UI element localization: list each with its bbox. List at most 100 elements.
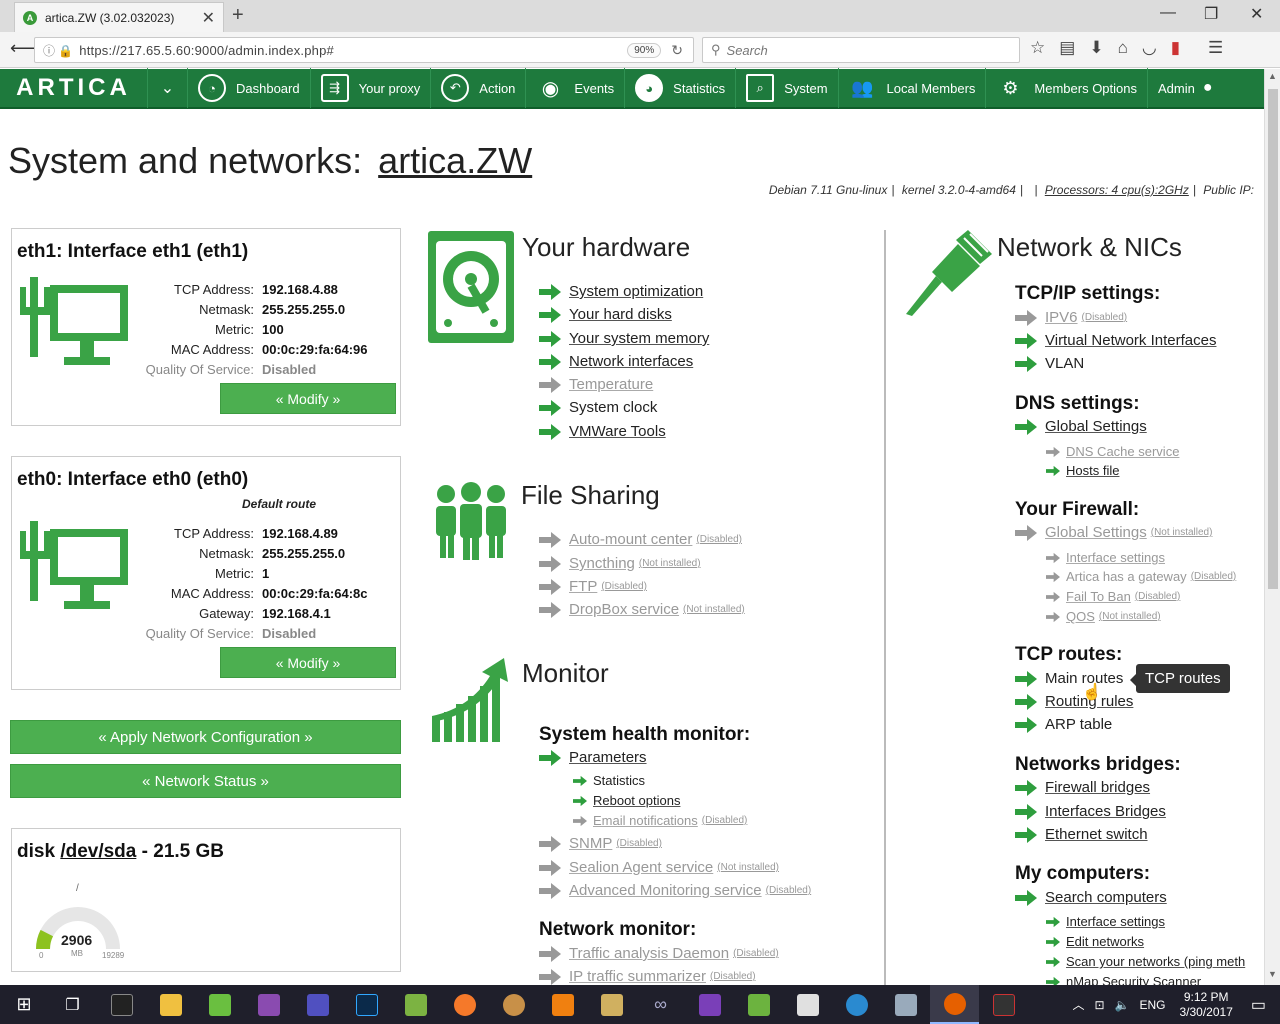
network-monitor-link[interactable]: IP traffic summarizer (Disabled) bbox=[539, 968, 756, 985]
clock[interactable]: 9:12 PM 3/30/2017 bbox=[1179, 990, 1232, 1020]
browser-tab[interactable]: A artica.ZW (3.02.032023) ✕ bbox=[14, 2, 224, 32]
scroll-up-icon[interactable]: ▲ bbox=[1268, 71, 1277, 81]
visual-studio-icon[interactable] bbox=[685, 985, 734, 1024]
url-bar[interactable]: ⓘ 🔒 https://217.65.5.60:9000/admin.index… bbox=[34, 37, 694, 63]
notifications-icon[interactable]: ▭ bbox=[1251, 995, 1266, 1015]
modify-eth1-button[interactable]: « Modify » bbox=[220, 383, 396, 414]
menu-statistics[interactable]: ◕ Statistics bbox=[625, 68, 737, 108]
info-icon[interactable]: ⓘ 🔒 bbox=[43, 42, 73, 59]
processors-link[interactable]: Processors: 4 cpu(s):2GHz bbox=[1045, 183, 1189, 197]
infinity-icon[interactable]: ∞ bbox=[636, 985, 685, 1024]
tray-expand-icon[interactable]: ︿ bbox=[1072, 996, 1084, 1013]
winrar-icon[interactable] bbox=[244, 985, 293, 1024]
computers-sub-link[interactable]: Edit networks bbox=[1046, 934, 1144, 949]
monitor-link[interactable]: Sealion Agent service (Not installed) bbox=[539, 859, 779, 876]
bridge-link[interactable]: Firewall bridges bbox=[1015, 779, 1150, 796]
home-icon[interactable]: ⌂ bbox=[1118, 38, 1128, 58]
reading-list-icon[interactable]: ▤ bbox=[1059, 38, 1075, 58]
hardware-link[interactable]: Temperature bbox=[539, 376, 653, 393]
scroll-down-icon[interactable]: ▼ bbox=[1268, 969, 1277, 979]
menu-system[interactable]: ⌕ System bbox=[736, 68, 839, 108]
hardware-link[interactable]: Network interfaces bbox=[539, 353, 693, 370]
windows-start-icon[interactable]: ⊞ bbox=[0, 985, 48, 1024]
menu-admin[interactable]: Admin ● bbox=[1148, 68, 1223, 108]
tcpip-link[interactable]: IPV6 (Disabled) bbox=[1015, 309, 1127, 326]
firewall-global-settings-link[interactable]: Global Settings (Not installed) bbox=[1015, 524, 1212, 541]
network-status-button[interactable]: « Network Status » bbox=[10, 764, 401, 798]
menu-dropdown-icon[interactable]: ⌄ bbox=[148, 68, 188, 108]
network-monitor-link[interactable]: Traffic analysis Daemon (Disabled) bbox=[539, 945, 779, 962]
pocket-icon[interactable]: ◡ bbox=[1142, 38, 1157, 58]
computers-sub-link[interactable]: Interface settings bbox=[1046, 914, 1165, 929]
menu-your-proxy[interactable]: ⇶ Your proxy bbox=[311, 68, 432, 108]
cmd-icon[interactable] bbox=[97, 985, 146, 1024]
hardware-link[interactable]: System clock bbox=[539, 399, 657, 416]
menu-icon[interactable]: ☰ bbox=[1208, 38, 1223, 58]
network-tool-icon[interactable] bbox=[832, 985, 881, 1024]
file-sharing-link[interactable]: Auto-mount center (Disabled) bbox=[539, 531, 742, 548]
tcp-routes-link[interactable]: ARP table bbox=[1015, 716, 1112, 733]
parameters-link[interactable]: Parameters bbox=[539, 749, 647, 766]
download-icon[interactable]: ⬇ bbox=[1089, 38, 1103, 58]
menu-dashboard[interactable]: ◔ Dashboard bbox=[188, 68, 311, 108]
firewall-sub-link[interactable]: Artica has a gateway (Disabled) bbox=[1046, 569, 1236, 584]
monitor-sub-link[interactable]: Statistics bbox=[573, 773, 645, 788]
hardware-link[interactable]: VMWare Tools bbox=[539, 423, 666, 440]
monitor-sub-link[interactable]: Email notifications (Disabled) bbox=[573, 813, 747, 828]
archive-icon[interactable] bbox=[881, 985, 930, 1024]
file-sharing-link[interactable]: FTP (Disabled) bbox=[539, 578, 647, 595]
tcpip-link[interactable]: VLAN bbox=[1015, 355, 1084, 372]
hostname-link[interactable]: artica.ZW bbox=[378, 140, 532, 181]
firewall-sub-link[interactable]: Fail To Ban (Disabled) bbox=[1046, 589, 1180, 604]
computers-sub-link[interactable]: Scan your networks (ping meth bbox=[1046, 954, 1245, 969]
task-view-icon[interactable]: ❐ bbox=[48, 985, 97, 1024]
notepad-icon[interactable] bbox=[391, 985, 440, 1024]
network-tray-icon[interactable]: ⊡ bbox=[1094, 998, 1104, 1012]
dns-sub-link[interactable]: Hosts file bbox=[1046, 463, 1119, 478]
bridge-link[interactable]: Ethernet switch bbox=[1015, 826, 1148, 843]
gimp-icon[interactable] bbox=[489, 985, 538, 1024]
extension-icon[interactable]: ▮ bbox=[1171, 38, 1180, 58]
bridge-link[interactable]: Interfaces Bridges bbox=[1015, 803, 1166, 820]
dns-sub-link[interactable]: DNS Cache service bbox=[1046, 444, 1179, 459]
monitor-link[interactable]: SNMP (Disabled) bbox=[539, 835, 662, 852]
tools-icon[interactable] bbox=[587, 985, 636, 1024]
video-editor-icon[interactable] bbox=[783, 985, 832, 1024]
firefox-icon[interactable] bbox=[930, 985, 979, 1024]
menu-members-options[interactable]: ⚙ Members Options bbox=[986, 68, 1148, 108]
minimize-icon[interactable]: — bbox=[1160, 4, 1176, 22]
new-tab-icon[interactable]: + bbox=[232, 4, 244, 27]
dns-global-settings-link[interactable]: Global Settings bbox=[1015, 418, 1147, 435]
hardware-link[interactable]: Your hard disks bbox=[539, 306, 672, 323]
file-sharing-link[interactable]: Syncthing (Not installed) bbox=[539, 555, 701, 572]
tcpip-link[interactable]: Virtual Network Interfaces bbox=[1015, 332, 1216, 349]
disk-device-link[interactable]: /dev/sda bbox=[60, 841, 136, 862]
monitor-sub-link[interactable]: Reboot options bbox=[573, 793, 680, 808]
page-scrollbar[interactable]: ▲ ▼ bbox=[1264, 69, 1280, 985]
save-tool-icon[interactable] bbox=[293, 985, 342, 1024]
hardware-link[interactable]: System optimization bbox=[539, 283, 703, 300]
scrollbar-thumb[interactable] bbox=[1268, 89, 1278, 589]
blender-icon[interactable] bbox=[440, 985, 489, 1024]
apply-network-configuration-button[interactable]: « Apply Network Configuration » bbox=[10, 720, 401, 754]
monitor-link[interactable]: Advanced Monitoring service (Disabled) bbox=[539, 882, 811, 899]
paint-icon[interactable] bbox=[195, 985, 244, 1024]
hardware-link[interactable]: Your system memory bbox=[539, 330, 709, 347]
language-indicator[interactable]: ENG bbox=[1139, 998, 1165, 1012]
file-explorer-icon[interactable] bbox=[146, 985, 195, 1024]
restore-icon[interactable]: ❐ bbox=[1204, 4, 1218, 24]
tcp-routes-link[interactable]: Routing rules bbox=[1015, 693, 1133, 710]
bookmark-star-icon[interactable]: ☆ bbox=[1030, 38, 1045, 58]
modify-eth0-button[interactable]: « Modify » bbox=[220, 647, 396, 678]
artica-logo[interactable]: ARTICA bbox=[0, 68, 148, 108]
close-tab-icon[interactable]: ✕ bbox=[202, 8, 215, 28]
menu-events[interactable]: ◉ Events bbox=[526, 68, 626, 108]
app-orange-icon[interactable] bbox=[538, 985, 587, 1024]
search-computers-link[interactable]: Search computers bbox=[1015, 889, 1167, 906]
reload-icon[interactable]: ↻ bbox=[671, 42, 683, 59]
back-icon[interactable]: ⟵ bbox=[10, 38, 36, 59]
photoshop-icon[interactable] bbox=[342, 985, 391, 1024]
firewall-sub-link[interactable]: Interface settings bbox=[1046, 550, 1165, 565]
zoom-level[interactable]: 90% bbox=[627, 42, 662, 58]
vmware-icon[interactable] bbox=[734, 985, 783, 1024]
